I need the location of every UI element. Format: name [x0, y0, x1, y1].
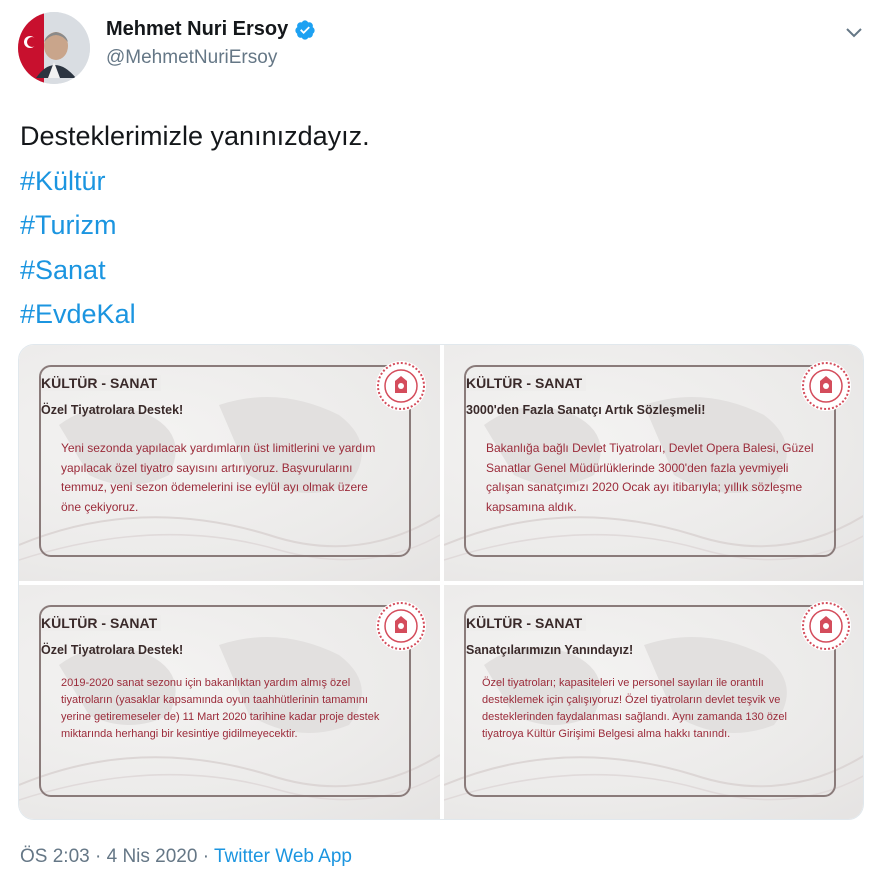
card-body: Bakanlığa bağlı Devlet Tiyatroları, Devl… — [486, 441, 814, 514]
ministry-seal-icon — [376, 361, 426, 411]
chevron-down-icon[interactable] — [842, 20, 866, 44]
card-category: KÜLTÜR - SANAT — [41, 375, 162, 391]
card-title: Özel Tiyatrolara Destek! — [41, 403, 184, 417]
media-image-3[interactable]: KÜLTÜR - SANAT Özel Tiyatrolara Destek! … — [19, 585, 440, 819]
meta-separator: · — [95, 846, 102, 867]
user-info: Mehmet Nuri Ersoy @MehmetNuriErsoy — [106, 18, 316, 69]
meta-separator: · — [202, 846, 210, 867]
tweet-source-link[interactable]: Twitter Web App — [214, 846, 352, 867]
tweet-text-line: Desteklerimizle yanınızdayız. — [20, 121, 370, 151]
tweet-date[interactable]: 4 Nis 2020 — [107, 846, 198, 867]
card-title: Sanatçılarımızın Yanındayız! — [466, 643, 634, 657]
card-title: 3000'den Fazla Sanatçı Artık Sözleşmeli! — [466, 403, 706, 417]
media-grid: KÜLTÜR - SANAT Özel Tiyatrolara Destek! … — [18, 344, 864, 820]
card-body: Özel tiyatroları; kapasiteleri ve person… — [482, 677, 787, 740]
hashtag-link[interactable]: #Kültür — [20, 159, 370, 204]
card-body: Yeni sezonda yapılacak yardımların üst l… — [61, 441, 376, 514]
hashtag-link[interactable]: #Turizm — [20, 203, 370, 248]
tweet-meta: ÖS 2:03 · 4 Nis 2020 · Twitter Web App — [20, 846, 352, 868]
card-title: Özel Tiyatrolara Destek! — [41, 643, 184, 657]
ministry-seal-icon — [801, 601, 851, 651]
card-category: KÜLTÜR - SANAT — [466, 615, 587, 631]
card-body: 2019-2020 sanat sezonu için bakanlıktan … — [61, 677, 380, 740]
tweet-time[interactable]: ÖS 2:03 — [20, 846, 90, 867]
avatar[interactable] — [18, 12, 90, 84]
verified-badge-icon — [295, 19, 315, 40]
media-image-2[interactable]: KÜLTÜR - SANAT 3000'den Fazla Sanatçı Ar… — [444, 345, 863, 581]
card-category: KÜLTÜR - SANAT — [466, 375, 587, 391]
tweet-header: Mehmet Nuri Ersoy @MehmetNuriErsoy — [18, 10, 868, 86]
display-name-text[interactable]: Mehmet Nuri Ersoy — [106, 18, 288, 41]
media-image-1[interactable]: KÜLTÜR - SANAT Özel Tiyatrolara Destek! … — [19, 345, 440, 581]
hashtag-link[interactable]: #Sanat — [20, 248, 370, 293]
ministry-seal-icon — [801, 361, 851, 411]
hashtag-link[interactable]: #EvdeKal — [20, 292, 370, 337]
handle[interactable]: @MehmetNuriErsoy — [106, 47, 316, 69]
card-category: KÜLTÜR - SANAT — [41, 615, 162, 631]
display-name[interactable]: Mehmet Nuri Ersoy — [106, 18, 316, 41]
media-image-4[interactable]: KÜLTÜR - SANAT Sanatçılarımızın Yanınday… — [444, 585, 863, 819]
tweet-text: Desteklerimizle yanınızdayız. #Kültür #T… — [20, 114, 370, 337]
ministry-seal-icon — [376, 601, 426, 651]
